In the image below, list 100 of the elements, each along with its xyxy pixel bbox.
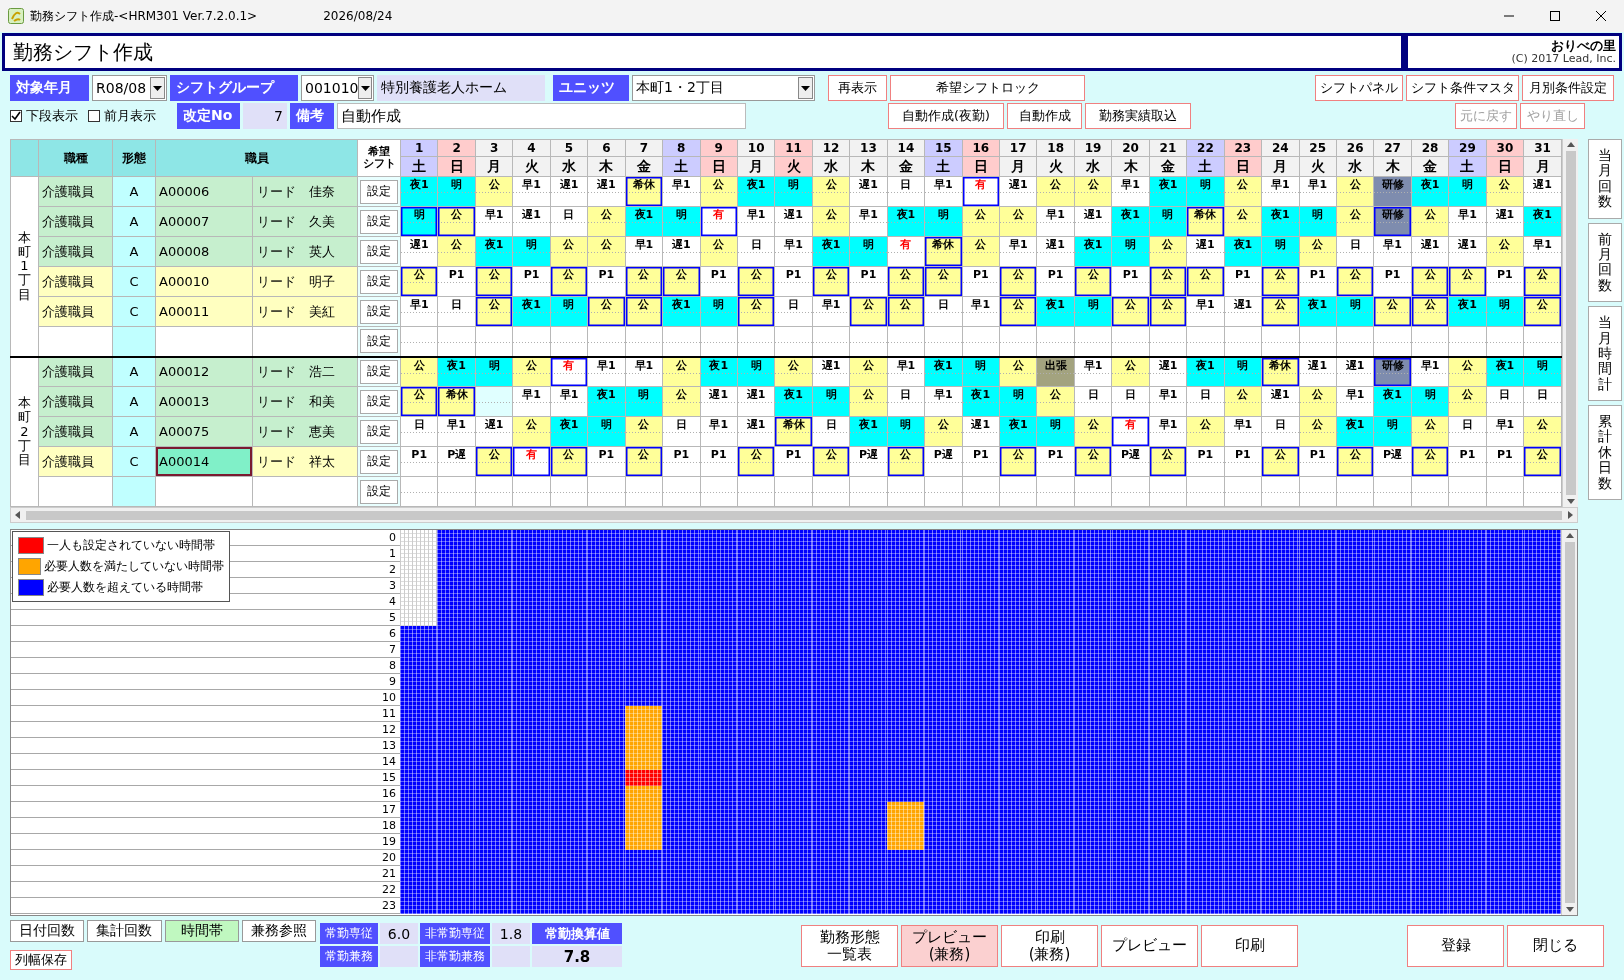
- settings-button[interactable]: 設定: [360, 299, 398, 324]
- tab[interactable]: 時間帯: [164, 920, 239, 942]
- table-cell[interactable]: A00013: [155, 386, 253, 417]
- shift-cell[interactable]: 公: [400, 356, 438, 387]
- shift-cell[interactable]: 明: [737, 356, 775, 387]
- hour-label: 22: [11, 882, 400, 898]
- button[interactable]: 登録: [1407, 925, 1504, 967]
- button[interactable]: 勤務形態一覧表: [801, 925, 898, 967]
- button[interactable]: プレビュー: [1101, 925, 1198, 967]
- shift-cell[interactable]: 公: [662, 356, 700, 387]
- unit-select[interactable]: 本町1・2丁目: [632, 75, 815, 101]
- legend-label: 必要人数を超えている時間帯: [47, 579, 203, 596]
- side-tab[interactable]: 累計休日数: [1588, 405, 1622, 501]
- shift-cell[interactable]: 明: [1523, 356, 1562, 387]
- shift-cell[interactable]: 公: [774, 356, 813, 387]
- arrow-up-icon[interactable]: [1566, 142, 1575, 147]
- table-cell[interactable]: A00007: [155, 206, 253, 237]
- shift-cell[interactable]: 遅1: [1299, 356, 1337, 387]
- shift-cell[interactable]: 早1: [1074, 356, 1112, 387]
- close-icon[interactable]: [1596, 11, 1606, 21]
- arrow-left-icon[interactable]: [15, 511, 20, 519]
- scrollbar[interactable]: [10, 507, 1578, 523]
- button[interactable]: シフトパネル: [1315, 75, 1403, 101]
- revision-number: 7: [243, 103, 287, 129]
- side-tab[interactable]: 当月回数: [1588, 139, 1622, 219]
- shift-cell[interactable]: 公: [1111, 356, 1150, 387]
- tab[interactable]: 集計回数: [87, 920, 162, 942]
- button[interactable]: プレビュー(兼務): [901, 925, 998, 967]
- month-select[interactable]: R08/08: [92, 75, 167, 101]
- shift-cell[interactable]: 出張: [1036, 356, 1075, 387]
- shift-cell[interactable]: 遅1: [1336, 356, 1374, 387]
- shift-cell[interactable]: 早1: [587, 356, 626, 387]
- table-cell[interactable]: A00008: [155, 236, 253, 267]
- button[interactable]: 再表示: [828, 75, 887, 101]
- shift-cell[interactable]: 明: [1224, 356, 1262, 387]
- scrollbar[interactable]: [1561, 530, 1577, 915]
- copyright-text: (C) 2017 Lead, Inc.: [1511, 53, 1616, 66]
- shift-cell[interactable]: 公: [849, 356, 888, 387]
- settings-button[interactable]: 設定: [360, 209, 398, 234]
- table-cell[interactable]: A00011: [155, 296, 253, 327]
- hour-label: 20: [11, 850, 400, 866]
- table-cell[interactable]: A00014: [155, 446, 253, 477]
- scrollbar[interactable]: [1562, 139, 1578, 507]
- arrow-down-icon[interactable]: [1565, 907, 1574, 912]
- save-button[interactable]: 列幅保存: [10, 950, 72, 970]
- checkbox[interactable]: [88, 110, 100, 122]
- shift-cell[interactable]: 公: [512, 356, 551, 387]
- column-header: 職員: [155, 139, 358, 177]
- button[interactable]: 自動作成: [1007, 103, 1082, 129]
- tab[interactable]: 兼務参照: [241, 920, 316, 942]
- button[interactable]: シフト条件マスタ: [1406, 75, 1519, 101]
- side-tab[interactable]: 当月時間計: [1588, 306, 1622, 402]
- shift-cell[interactable]: 研修: [1373, 356, 1412, 387]
- shift-cell[interactable]: 夜1: [437, 356, 476, 387]
- shift-cell[interactable]: 夜1: [924, 356, 963, 387]
- button[interactable]: 勤務実績取込: [1085, 103, 1191, 129]
- table-cell[interactable]: A00010: [155, 266, 253, 297]
- shift-cell[interactable]: 有: [550, 356, 588, 387]
- settings-button[interactable]: 設定: [360, 179, 398, 204]
- shift-cell[interactable]: 公: [1448, 356, 1487, 387]
- maximize-icon[interactable]: [1550, 11, 1560, 21]
- shift-cell[interactable]: 明: [962, 356, 1000, 387]
- settings-button[interactable]: 設定: [360, 419, 398, 444]
- day-header: 27: [1373, 139, 1412, 157]
- side-tab[interactable]: 前月回数: [1588, 222, 1622, 303]
- settings-button[interactable]: 設定: [360, 329, 398, 354]
- shift-cell[interactable]: 早1: [1411, 356, 1449, 387]
- button[interactable]: 月別条件設定: [1522, 75, 1614, 101]
- button[interactable]: 希望シフトロック: [890, 75, 1085, 101]
- tab[interactable]: 日付回数: [10, 920, 85, 942]
- button[interactable]: 閉じる: [1507, 925, 1604, 967]
- settings-button[interactable]: 設定: [360, 269, 398, 294]
- table-cell[interactable]: A00006: [155, 176, 253, 207]
- shift-cell[interactable]: 早1: [887, 356, 925, 387]
- shift-cell[interactable]: 夜1: [1486, 356, 1524, 387]
- shift-cell[interactable]: 夜1: [700, 356, 738, 387]
- shift-cell[interactable]: 遅1: [812, 356, 850, 387]
- table-cell[interactable]: A00012: [155, 356, 253, 387]
- group-select[interactable]: 001010: [301, 75, 374, 101]
- settings-button[interactable]: 設定: [360, 239, 398, 264]
- button[interactable]: 印刷: [1201, 925, 1298, 967]
- arrow-up-icon[interactable]: [1565, 533, 1574, 538]
- settings-button[interactable]: 設定: [360, 479, 398, 504]
- button[interactable]: 自動作成(夜勤): [888, 103, 1004, 129]
- shift-cell[interactable]: 早1: [625, 356, 663, 387]
- shift-cell[interactable]: 明: [475, 356, 513, 387]
- settings-button[interactable]: 設定: [360, 449, 398, 474]
- settings-button[interactable]: 設定: [360, 389, 398, 414]
- shift-cell[interactable]: 公: [999, 356, 1037, 387]
- note-field[interactable]: 自動作成: [337, 103, 746, 129]
- shift-cell[interactable]: 希休: [1261, 356, 1299, 387]
- shift-cell[interactable]: 夜1: [1186, 356, 1225, 387]
- arrow-right-icon[interactable]: [1568, 511, 1573, 519]
- table-cell[interactable]: A00075: [155, 416, 253, 447]
- day-header: 11: [774, 139, 813, 157]
- button[interactable]: 印刷(兼務): [1001, 925, 1098, 967]
- shift-cell[interactable]: 遅1: [1149, 356, 1187, 387]
- arrow-down-icon[interactable]: [1566, 499, 1575, 504]
- settings-button[interactable]: 設定: [360, 359, 398, 384]
- checkbox[interactable]: [10, 110, 22, 122]
